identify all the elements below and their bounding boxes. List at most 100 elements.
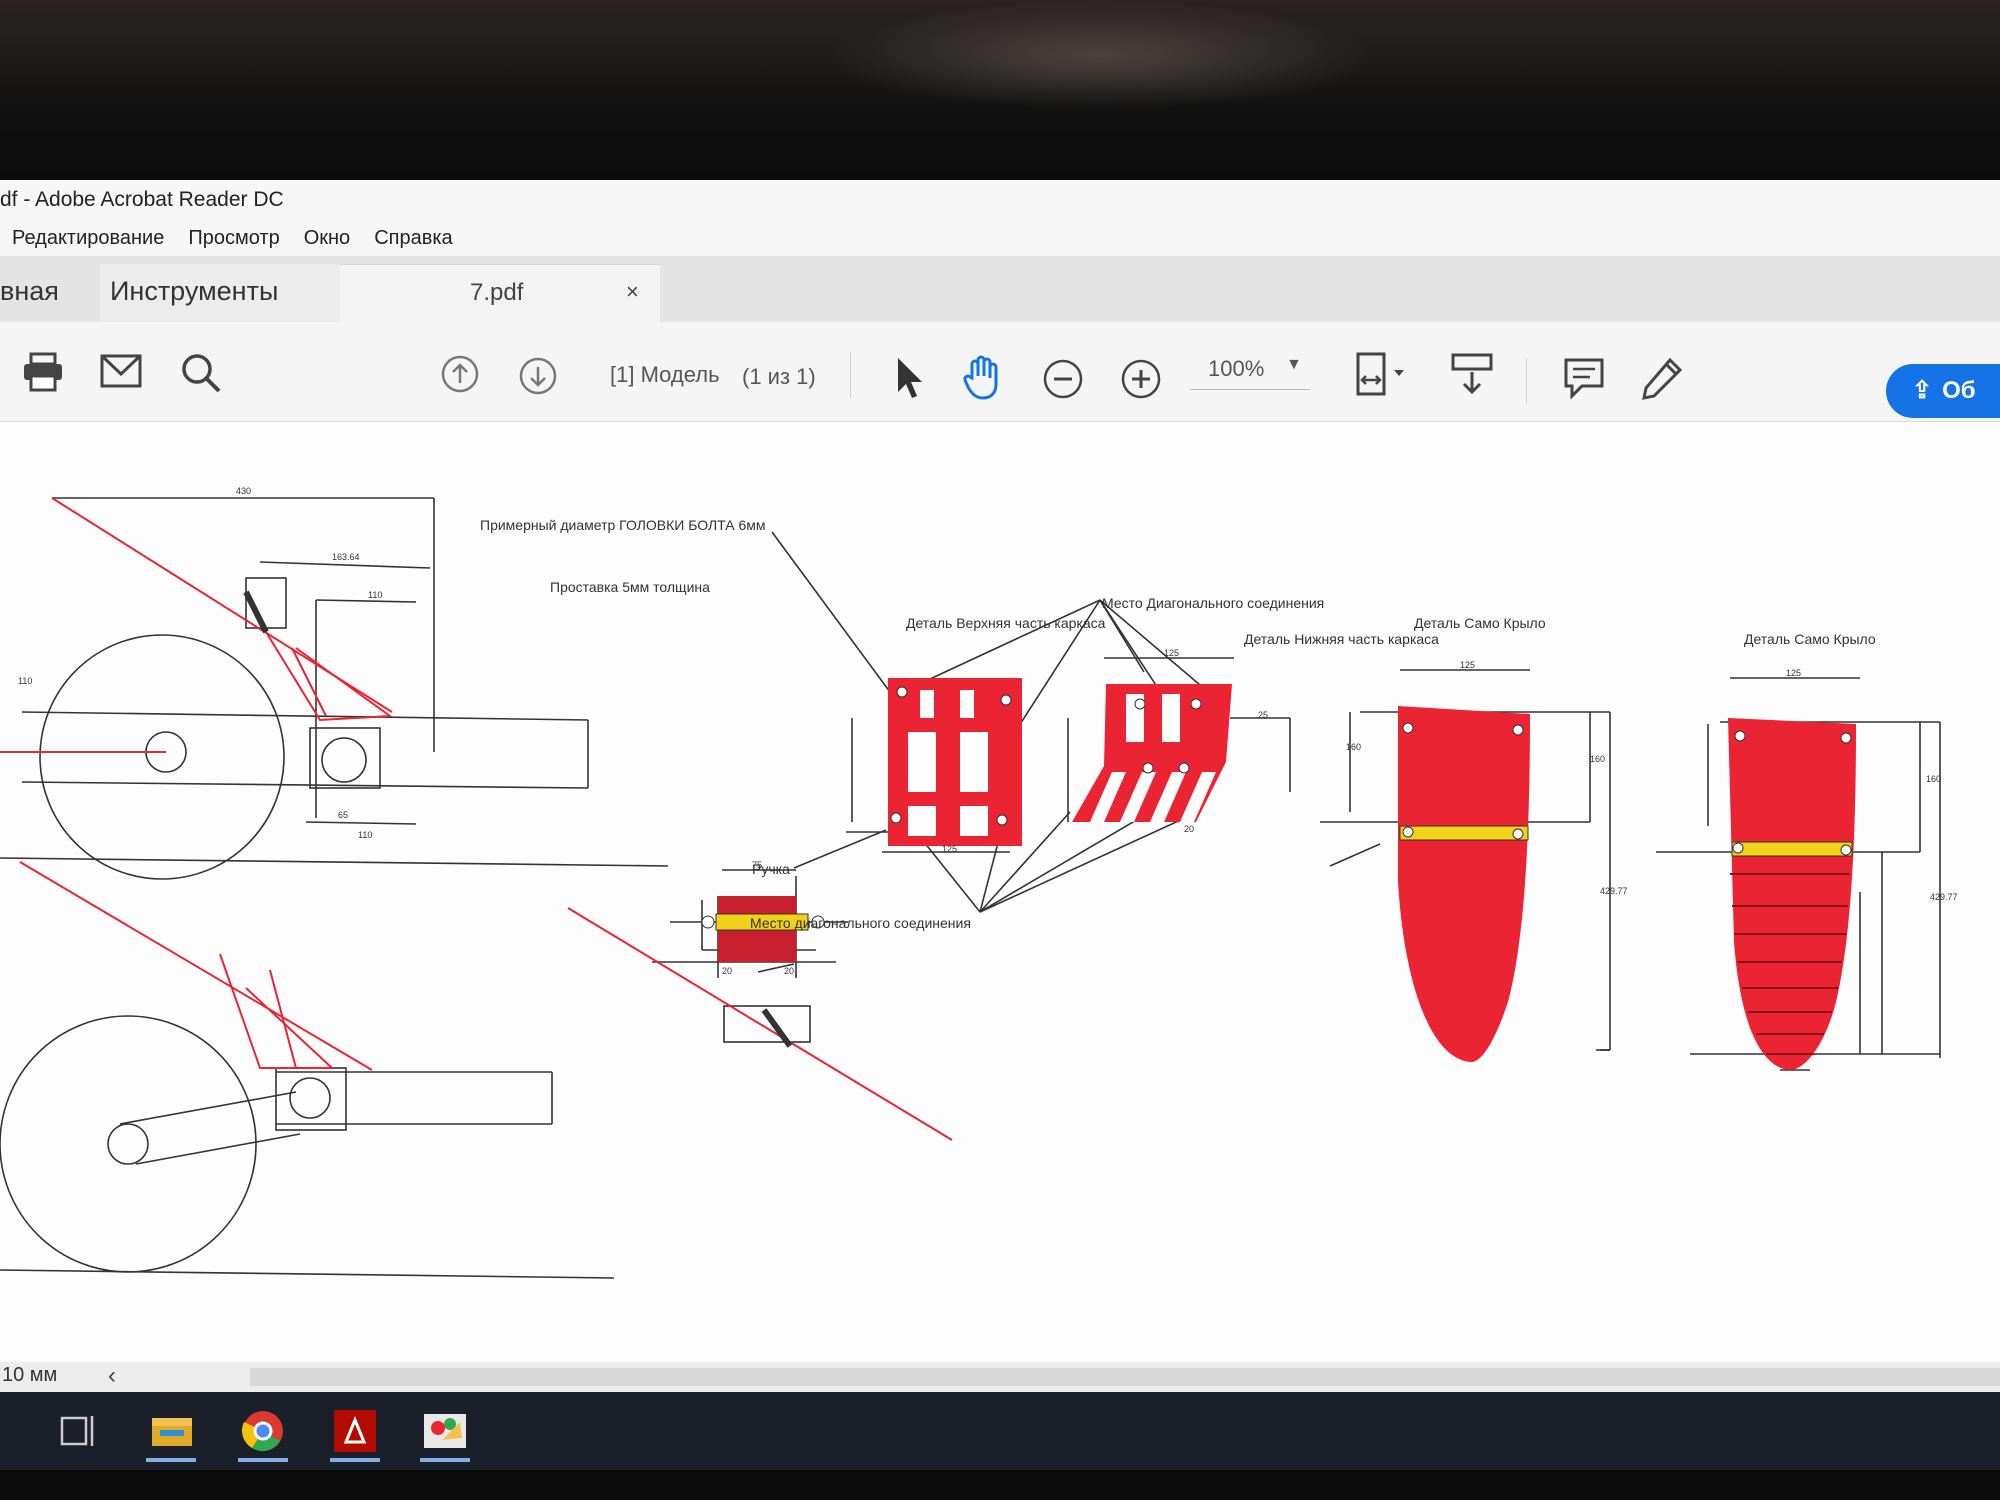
label-bolt-head: Примерный диаметр ГОЛОВКИ БОЛТА 6мм xyxy=(480,517,766,533)
paint-app-icon[interactable] xyxy=(414,1400,476,1462)
menu-window[interactable]: Окно xyxy=(304,227,350,250)
menu-bar: Редактирование Просмотр Окно Справка xyxy=(0,220,2000,256)
previous-page-icon[interactable] xyxy=(440,354,480,394)
dim-text: 25 xyxy=(1258,710,1268,720)
comment-icon[interactable] xyxy=(1562,356,1606,400)
toolbar-separator xyxy=(1526,358,1527,404)
document-view[interactable]: Примерный диаметр ГОЛОВКИ БОЛТА 6мм Мест… xyxy=(0,422,2000,1362)
monitor-bezel-bottom xyxy=(0,1470,2000,1500)
dim-text: 163.64 xyxy=(332,552,360,562)
document-tab-label: 7.pdf xyxy=(470,279,524,306)
dim-text: 20 xyxy=(784,966,794,976)
share-button[interactable]: ⇪ Об xyxy=(1886,364,2000,418)
red-brace-lower xyxy=(219,953,335,1069)
menu-view[interactable]: Просмотр xyxy=(188,227,279,250)
room-reflection xyxy=(820,0,1380,110)
select-tool-icon[interactable] xyxy=(894,356,924,400)
scrolling-mode-icon[interactable] xyxy=(1450,352,1494,398)
windows-taskbar xyxy=(0,1392,2000,1470)
search-icon[interactable] xyxy=(180,352,222,394)
toolbar: [1] Модель (1 из 1) 100% ▼ ⇪ Об xyxy=(0,322,2000,422)
pivot-circle xyxy=(321,737,367,783)
task-view-icon[interactable] xyxy=(46,1400,108,1462)
window-title: df - Adobe Acrobat Reader DC xyxy=(0,180,2000,220)
label-spacer: Проставка 5мм толщина xyxy=(550,579,710,595)
zoom-out-icon[interactable] xyxy=(1042,358,1084,400)
share-icon: ⇪ xyxy=(1912,377,1933,404)
ground-line-lower xyxy=(0,1269,615,1279)
scroll-left-button[interactable]: ‹ xyxy=(108,1362,116,1390)
top-frame-part xyxy=(888,678,1022,846)
red-brace-lower xyxy=(269,969,297,1069)
label-top-frame: Деталь Верхняя часть каркаса xyxy=(906,615,1106,631)
dim-text: 75 xyxy=(752,860,762,870)
axle-circle-lower xyxy=(107,1123,149,1165)
pivot-circle-lower xyxy=(289,1077,331,1119)
dim-text: 125 xyxy=(1786,668,1801,678)
tab-bar: вная Инструменты 7.pdf × xyxy=(0,256,2000,322)
label-wing-1: Деталь Само Крыло xyxy=(1414,615,1546,631)
cad-drawing: Примерный диаметр ГОЛОВКИ БОЛТА 6мм Мест… xyxy=(0,486,1958,1279)
close-tab-button[interactable]: × xyxy=(626,279,639,305)
dim-text: 65 xyxy=(338,810,348,820)
zoom-level-select[interactable]: 100% ▼ xyxy=(1190,352,1310,390)
label-wing-2: Деталь Само Крыло xyxy=(1744,631,1876,647)
active-indicator xyxy=(146,1458,196,1462)
bracket-block xyxy=(309,727,381,789)
dim-text: 160 xyxy=(1346,742,1361,752)
dimension-line xyxy=(315,599,417,603)
share-label: Об xyxy=(1942,377,1976,404)
arm-outline-lower xyxy=(119,1091,297,1125)
tab-document[interactable]: 7.pdf × xyxy=(340,264,660,322)
label-diag-joint-top: Место Диагонального соединения xyxy=(1102,595,1324,611)
next-page-icon[interactable] xyxy=(518,356,558,396)
fit-page-icon[interactable] xyxy=(1352,350,1408,400)
scale-readout: 10 мм xyxy=(2,1364,58,1386)
leader-line xyxy=(793,829,887,869)
acrobat-window: df - Adobe Acrobat Reader DC Редактирова… xyxy=(0,180,2000,1470)
wheel-circle-lower xyxy=(0,1015,257,1273)
tab-home[interactable]: вная xyxy=(0,264,100,322)
menu-edit[interactable]: Редактирование xyxy=(12,227,164,250)
wing-part-1 xyxy=(1398,706,1530,1063)
dim-text: 160 xyxy=(1590,754,1605,764)
pen-icon[interactable] xyxy=(1640,356,1684,402)
zoom-level-value: 100% xyxy=(1208,356,1265,381)
email-icon[interactable] xyxy=(100,354,142,388)
dim-text: 430 xyxy=(236,486,251,496)
dim-text: 110 xyxy=(18,676,32,686)
dim-text: 429.77 xyxy=(1600,886,1628,896)
hand-tool-icon[interactable] xyxy=(962,354,1006,400)
dimension-line xyxy=(259,561,431,569)
active-indicator xyxy=(238,1458,288,1462)
leader-line xyxy=(771,531,891,693)
dim-text: 160 xyxy=(1926,774,1941,784)
chrome-icon[interactable] xyxy=(232,1400,294,1462)
acrobat-reader-icon[interactable] xyxy=(324,1400,386,1462)
print-icon[interactable] xyxy=(22,352,64,392)
dim-text: 125 xyxy=(1460,660,1475,670)
horizontal-scrollbar[interactable] xyxy=(250,1368,2000,1386)
chevron-down-icon: ▼ xyxy=(1286,356,1302,373)
dim-text: 125 xyxy=(942,844,957,854)
dim-text: 20 xyxy=(1184,824,1194,834)
file-explorer-icon[interactable] xyxy=(140,1400,202,1462)
arm-outline-lower xyxy=(135,1133,301,1165)
dim-text: 125 xyxy=(1164,648,1179,658)
dimension-line xyxy=(305,821,417,825)
tab-tools[interactable]: Инструменты xyxy=(100,264,340,322)
status-bar: 10 мм ‹ xyxy=(0,1362,2000,1392)
page-count: (1 из 1) xyxy=(742,364,816,389)
dim-text: 110 xyxy=(368,590,382,600)
zoom-in-icon[interactable] xyxy=(1120,358,1162,400)
label-bottom-frame: Деталь Нижняя часть каркаса xyxy=(1244,631,1439,647)
arm-outline xyxy=(21,781,589,789)
wing-part-2 xyxy=(1728,718,1856,1070)
menu-help[interactable]: Справка xyxy=(374,227,452,250)
toolbar-separator xyxy=(850,352,851,398)
page-number-field[interactable]: [1] Модель xyxy=(610,362,720,388)
red-guide-line xyxy=(19,861,373,1071)
wheel-circle xyxy=(39,634,285,880)
arm-outline xyxy=(21,711,589,721)
dim-text: 429.77 xyxy=(1930,892,1958,902)
